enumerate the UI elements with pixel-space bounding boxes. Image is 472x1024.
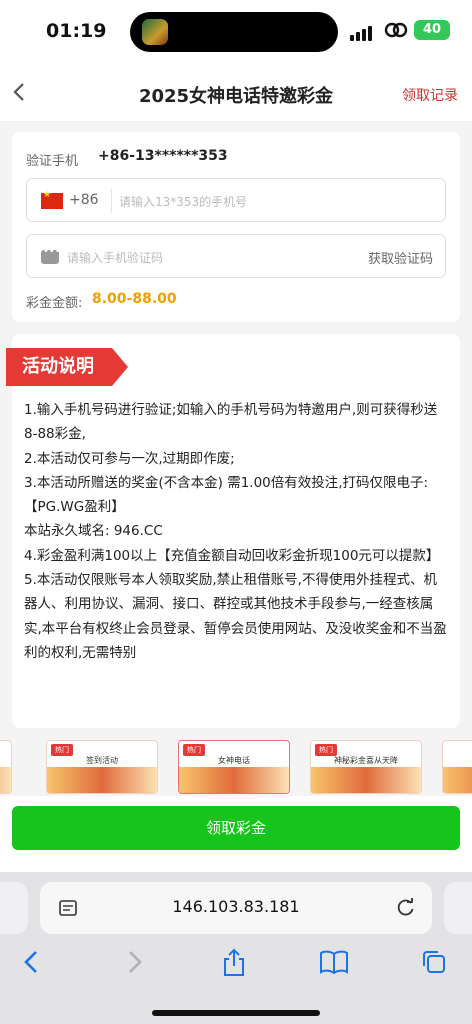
bottom-action-area: 领取彩金: [0, 796, 472, 872]
verify-phone-number: +86-13******353: [98, 148, 228, 164]
verify-phone-label: 验证手机: [26, 154, 79, 169]
activity-line: 4.彩金盈利满100以上【充值金额自动回收彩金折现100元可以提款】: [24, 547, 440, 564]
amount-value: 8.00-88.00: [92, 291, 177, 307]
activity-line: 5.本活动仅限账号本人领取奖励,禁止租借账号,不得使用外挂程式、机器人、利用协议…: [24, 572, 447, 661]
dynamic-island: [130, 12, 338, 52]
activity-line: 3.本活动所赠送的奖金(不含本金) 需1.00倍有效投注,打码仅限电子:【PG.…: [24, 474, 429, 516]
promo-image: [47, 767, 157, 793]
back-icon[interactable]: [20, 948, 44, 980]
promo-title: 女神电话: [218, 756, 250, 765]
next-tab-edge[interactable]: [444, 882, 472, 934]
get-code-button[interactable]: 获取验证码: [368, 248, 433, 267]
browser-toolbar: 146.103.83.181: [0, 872, 472, 1024]
status-bar: 01:19 40: [0, 0, 472, 64]
activity-line: 本站永久域名: 946.CC: [24, 523, 163, 540]
status-time: 01:19: [46, 20, 107, 42]
promo-card[interactable]: 热门 神秘彩金喜从天降: [310, 740, 422, 794]
activity-card: 活动说明 1.输入手机号码进行验证;如输入的手机号码为特邀用户,则可获得秒送8-…: [6, 334, 460, 728]
activity-description: 1.输入手机号码进行验证;如输入的手机号码为特邀用户,则可获得秒送8-88彩金,…: [24, 398, 450, 665]
share-icon[interactable]: [220, 948, 248, 982]
promo-image: [0, 767, 11, 793]
sms-icon: [41, 246, 61, 264]
promo-image: [179, 767, 289, 793]
promo-title: 签到活动: [86, 756, 118, 765]
home-indicator: [152, 1010, 320, 1016]
promo-card[interactable]: 热门 签到活动: [46, 740, 158, 794]
activity-line: 2.本活动仅可参与一次,过期即作废;: [24, 450, 235, 467]
verify-form-card: 验证手机 +86-13******353 +86 请输入13*353的手机号 请…: [12, 132, 460, 322]
activity-line: 1.输入手机号码进行验证;如输入的手机号码为特邀用户,则可获得秒送8-88彩金,: [24, 402, 438, 443]
phone-input-placeholder[interactable]: 请输入13*353的手机号: [119, 193, 247, 210]
promo-card[interactable]: 热门 女神电话: [178, 740, 290, 794]
amount-label: 彩金金额:: [26, 296, 83, 311]
sms-code-field[interactable]: 请输入手机验证码 获取验证码: [26, 234, 446, 278]
china-flag-icon: [41, 190, 63, 209]
sms-code-placeholder[interactable]: 请输入手机验证码: [67, 249, 163, 266]
field-divider: [111, 189, 112, 213]
now-playing-thumbnail: [142, 19, 168, 45]
url-text[interactable]: 146.103.83.181: [40, 897, 432, 916]
address-bar[interactable]: 146.103.83.181: [40, 882, 432, 934]
promo-image: [443, 767, 472, 793]
phone-input-field[interactable]: +86 请输入13*353的手机号: [26, 178, 446, 222]
bookmarks-icon[interactable]: [318, 948, 350, 980]
previous-tab-edge[interactable]: [0, 882, 28, 934]
claim-history-link[interactable]: 领取记录: [402, 85, 458, 105]
signal-icon: [350, 22, 374, 41]
promo-carousel[interactable]: 热门 签到活动 热门 女神电话 热门 神秘彩金喜从天降: [0, 740, 472, 796]
reload-icon[interactable]: [396, 897, 416, 921]
link-icon: [384, 20, 408, 44]
claim-bonus-button[interactable]: 领取彩金: [12, 806, 460, 850]
promo-image: [311, 767, 421, 793]
activity-title-ribbon: 活动说明: [6, 348, 128, 386]
nav-bar: 2025女神电话特邀彩金 领取记录: [0, 64, 472, 122]
promo-title: 神秘彩金喜从天降: [334, 756, 398, 765]
tabs-icon[interactable]: [420, 948, 448, 980]
forward-icon[interactable]: [122, 948, 146, 980]
country-code[interactable]: +86: [69, 192, 99, 208]
promo-card-partial-right[interactable]: [442, 740, 472, 794]
battery-indicator: 40: [414, 20, 450, 40]
promo-card-partial-left[interactable]: [0, 740, 12, 794]
